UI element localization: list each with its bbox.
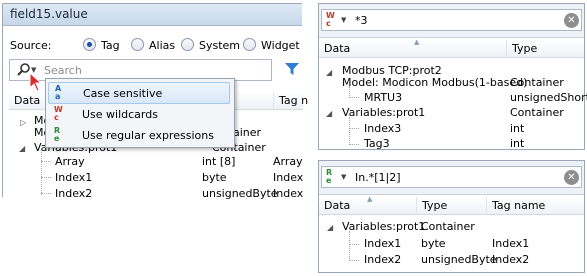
radio-alias-label: Alias xyxy=(149,39,176,52)
filter-icon[interactable] xyxy=(284,61,300,77)
row-type: unsignedByte xyxy=(421,253,497,266)
row-type: unsignedByte xyxy=(202,187,278,200)
wildcard-search-panel: Wc ▼ *3 ✕ ▲ Data Type ◢ Modbus TCP:prot2… xyxy=(318,3,587,153)
radio-tag-label: Tag xyxy=(101,39,120,52)
mouse-cursor-icon xyxy=(29,71,43,92)
wildcards-icon[interactable]: Wc xyxy=(326,12,340,30)
tree-line xyxy=(41,152,42,195)
menu-item-case-sensitive[interactable]: Aa Case sensitive xyxy=(48,82,230,104)
tree-line xyxy=(349,231,350,261)
tree-line xyxy=(349,97,359,98)
menu-item-regex[interactable]: Re Use regular expressions xyxy=(48,125,230,147)
radio-widget-label: Widget xyxy=(261,39,300,52)
row-data: Model: Modicon Modbus(1-based) xyxy=(342,76,528,89)
dialog-title: field15.value xyxy=(3,4,302,26)
row-type: int xyxy=(510,137,525,150)
tree-line xyxy=(41,193,51,194)
row-data: Array xyxy=(55,155,85,168)
table-row[interactable]: Index2 unsignedByte Index2 xyxy=(364,251,584,269)
left-dialog: field15.value Source: Tag Alias System W… xyxy=(2,3,308,200)
table-row[interactable]: Index2 unsignedByte Index xyxy=(55,185,303,203)
menu-item-label: Case sensitive xyxy=(83,87,163,100)
collapse-arrow-icon[interactable]: ◢ xyxy=(327,223,333,232)
search-options-caret-icon[interactable]: ▼ xyxy=(341,16,346,24)
menu-item-label: Use regular expressions xyxy=(82,129,214,142)
tree-line xyxy=(349,144,359,145)
source-option-system[interactable]: System xyxy=(181,37,251,53)
wildcards-icon: Wc xyxy=(54,105,63,122)
radio-system-label: System xyxy=(199,39,241,52)
search-header: Wc ▼ *3 ✕ xyxy=(319,4,584,38)
regex-search-panel: Re ▼ In.*[1|2] ✕ ▲ Data Type Tag name ◢ … xyxy=(318,160,585,273)
row-type: Container xyxy=(421,220,475,233)
tree-line xyxy=(41,161,51,162)
column-data[interactable]: Data xyxy=(319,197,417,215)
row-data: Index2 xyxy=(364,253,402,266)
tree-line xyxy=(41,177,51,178)
column-type[interactable]: Type xyxy=(507,40,584,58)
collapse-arrow-icon[interactable]: ◢ xyxy=(326,109,332,118)
clear-search-icon[interactable]: ✕ xyxy=(564,13,579,28)
radio-tag[interactable] xyxy=(83,38,96,51)
source-option-widget[interactable]: Widget xyxy=(243,37,303,53)
search-options-menu: Aa Case sensitive Wc Use wildcards Re Us… xyxy=(45,78,235,148)
search-input[interactable]: In.*[1|2] xyxy=(355,171,401,184)
column-type[interactable]: Type xyxy=(417,197,487,215)
row-tag: Index xyxy=(273,187,304,200)
column-tag[interactable]: Tag n xyxy=(274,92,314,110)
tree-line xyxy=(349,117,350,145)
tree-line xyxy=(349,128,359,129)
tree-line xyxy=(349,260,359,261)
collapse-arrow-icon[interactable]: ◢ xyxy=(19,144,25,153)
row-data: MRTU3 xyxy=(364,91,403,104)
expand-arrow-icon[interactable]: ▷ xyxy=(20,118,26,127)
row-data: Index1 xyxy=(364,237,402,250)
radio-widget[interactable] xyxy=(243,38,256,51)
row-data: Variables:prot1 xyxy=(342,106,426,119)
menu-item-label: Use wildcards xyxy=(82,108,158,121)
tree-line xyxy=(349,244,359,245)
search-header: Re ▼ In.*[1|2] ✕ xyxy=(319,161,584,195)
menu-item-wildcards[interactable]: Wc Use wildcards xyxy=(48,104,230,126)
regex-icon[interactable]: Re xyxy=(326,169,340,187)
radio-system[interactable] xyxy=(181,38,194,51)
table-row[interactable]: Variables:prot1 Container xyxy=(342,218,582,236)
case-sensitive-icon: Aa xyxy=(55,84,62,101)
row-data: Index2 xyxy=(55,187,93,200)
search-options-caret-icon[interactable]: ▼ xyxy=(341,173,346,181)
search-input[interactable]: *3 xyxy=(355,14,368,27)
search-box[interactable]: Re ▼ In.*[1|2] ✕ xyxy=(321,166,582,188)
row-data: Tag3 xyxy=(364,137,390,150)
search-box[interactable]: Wc ▼ *3 ✕ xyxy=(321,9,582,31)
table-row[interactable]: Tag3 int xyxy=(364,135,584,153)
clear-search-icon[interactable]: ✕ xyxy=(564,170,579,185)
source-label: Source: xyxy=(10,39,52,52)
regex-icon: Re xyxy=(54,126,61,143)
table-header: ▲ Data Type xyxy=(319,38,584,58)
collapse-arrow-icon[interactable]: ◢ xyxy=(326,68,332,77)
row-data: Index1 xyxy=(55,171,93,184)
column-data[interactable]: Data xyxy=(319,40,507,58)
radio-alias[interactable] xyxy=(131,38,144,51)
column-tag-name[interactable]: Tag name xyxy=(487,197,584,215)
table-header: ▲ Data Type Tag name xyxy=(319,195,584,215)
row-data: Variables:prot1 xyxy=(342,220,426,233)
row-tag: Index2 xyxy=(492,253,530,266)
search-placeholder: Search xyxy=(44,64,82,77)
row-data: Index3 xyxy=(364,122,402,135)
